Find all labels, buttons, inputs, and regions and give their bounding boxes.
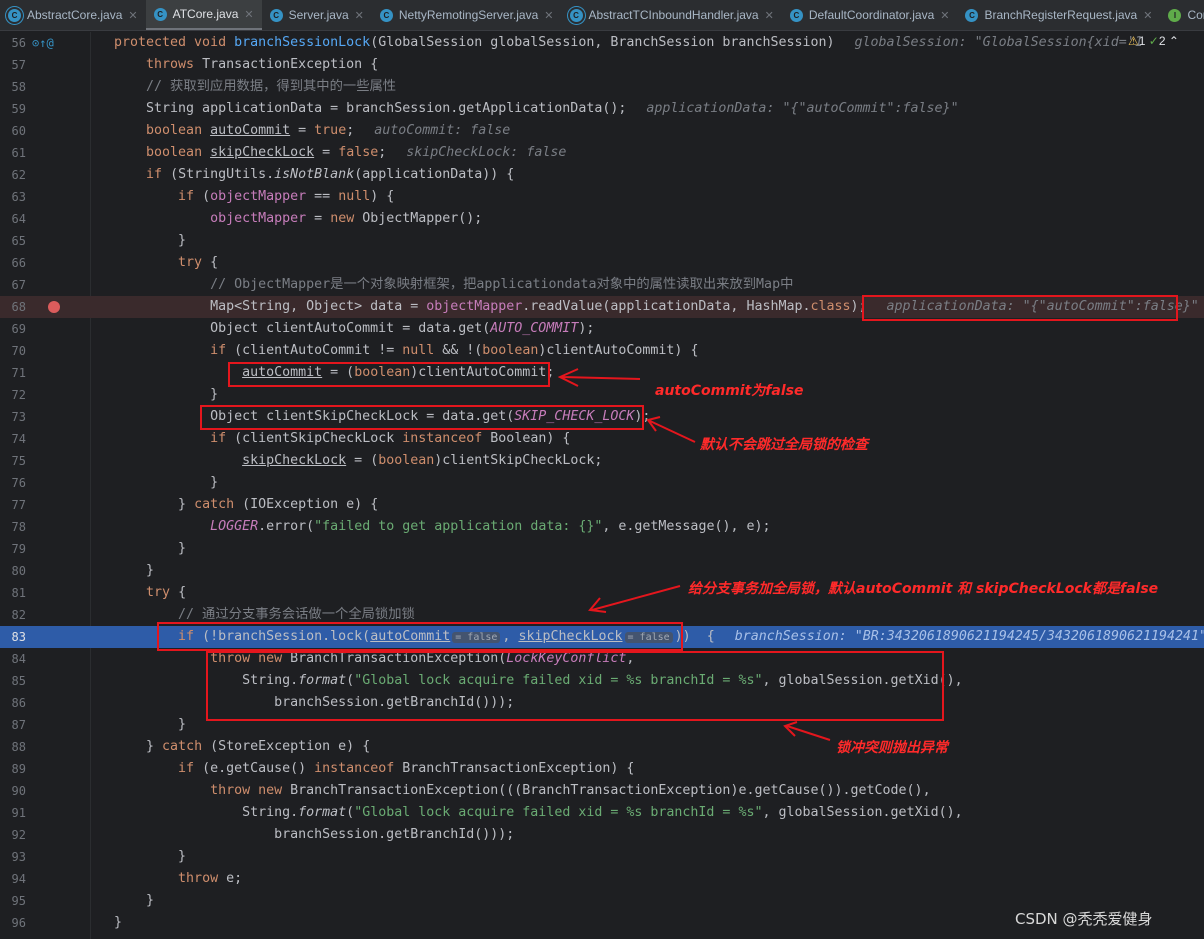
arrow-icon (783, 721, 831, 741)
annotation-autocommit: autoCommit为false (655, 383, 804, 399)
annotation-conflict: 锁冲突则抛出异常 (836, 740, 948, 756)
watermark: CSDN @秃秃爱健身 (1015, 910, 1153, 928)
annotation-skipchecklock: 默认不会跳过全局锁的检查 (700, 437, 868, 453)
arrow-icon (646, 416, 696, 443)
annotation-lock: 给分支事务加全局锁，默认autoCommit 和 skipCheckLock都是… (688, 581, 1159, 597)
annotation-arrows (557, 368, 831, 741)
arrow-icon (588, 585, 681, 613)
arrow-icon (557, 368, 641, 387)
